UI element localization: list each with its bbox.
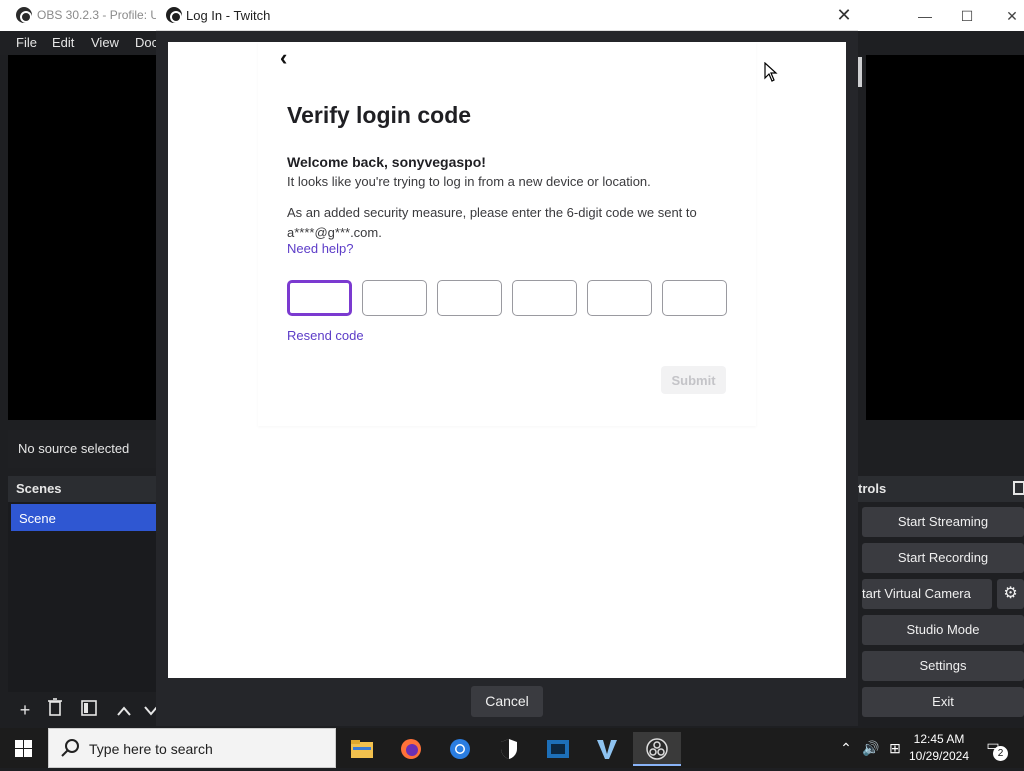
obs-window-title: OBS 30.2.3 - Profile: Ur (37, 8, 164, 22)
code-digit-input[interactable] (587, 280, 652, 316)
start-streaming-button[interactable]: Start Streaming (862, 507, 1024, 537)
start-virtual-camera-button[interactable]: tart Virtual Camera (862, 579, 992, 609)
preview-area-right (866, 55, 1024, 420)
move-up-icon[interactable] (111, 697, 137, 723)
volume-icon[interactable]: 🔊 (860, 728, 882, 768)
undock-icon[interactable] (1013, 481, 1024, 495)
studio-mode-button[interactable]: Studio Mode (862, 615, 1024, 645)
mouse-cursor-icon (764, 62, 778, 82)
menu-view[interactable]: View (91, 35, 119, 50)
scenes-title: Scenes (16, 481, 62, 496)
preview-area-left (8, 55, 156, 420)
back-arrow-icon[interactable]: ‹ (280, 46, 300, 70)
source-toolbar: No source selected (8, 430, 156, 468)
security-text: As an added security measure, please ent… (287, 205, 697, 240)
chrome-icon[interactable] (440, 732, 480, 766)
start-recording-button[interactable]: Start Recording (862, 543, 1024, 573)
firefox-icon[interactable] (391, 732, 431, 766)
code-digit-input[interactable] (287, 280, 352, 316)
menu-edit[interactable]: Edit (52, 35, 74, 50)
scene-item-label: Scene (19, 511, 56, 526)
twitch-login-dialog: Log In - Twitch ✕ ‹ Verify login code We… (156, 0, 858, 726)
close-window-icon[interactable]: ✕ (1000, 6, 1024, 26)
clock-time: 12:45 AM (913, 732, 965, 746)
dialog-titlebar: Log In - Twitch ✕ (156, 0, 858, 31)
new-device-text: It looks like you're trying to log in fr… (287, 174, 651, 189)
scene-list-item[interactable]: Scene (11, 504, 156, 531)
notification-count: 2 (993, 746, 1008, 761)
start-button[interactable] (0, 728, 48, 768)
clock-date: 10/29/2024 (908, 749, 970, 763)
cancel-button[interactable]: Cancel (471, 686, 543, 717)
no-source-label: No source selected (18, 441, 130, 456)
menu-docks[interactable]: Doc (135, 35, 158, 50)
welcome-text: Welcome back, sonyvegaspo! (287, 154, 486, 170)
remove-scene-icon[interactable] (42, 697, 68, 723)
need-help-link[interactable]: Need help? (287, 241, 354, 256)
show-hidden-icons[interactable]: ⌃ (836, 728, 856, 768)
maximize-icon[interactable]: ☐ (955, 6, 979, 26)
settings-button[interactable]: Settings (862, 651, 1024, 681)
search-icon (61, 739, 79, 757)
controls-title: trols (858, 481, 887, 496)
page-title: Verify login code (287, 102, 472, 128)
scene-toolbar: + (8, 695, 158, 725)
notification-icon[interactable]: ▭ 2 (980, 737, 1008, 761)
controls-dock-header: trols (858, 476, 1024, 502)
add-scene-icon[interactable]: + (12, 697, 38, 723)
verify-card: ‹ Verify login code Welcome back, sonyve… (258, 42, 756, 426)
video-editor-icon[interactable] (538, 732, 578, 766)
system-clock[interactable]: 12:45 AM 10/29/2024 (904, 731, 974, 765)
login-webview: ‹ Verify login code Welcome back, sonyve… (168, 42, 846, 678)
taskbar-search[interactable]: Type here to search (48, 728, 336, 768)
code-digit-input[interactable] (512, 280, 577, 316)
taskbar: Type here to search ⌃ 🔊 ⊞ 12:45 AM 10/29… (0, 728, 1024, 768)
minimize-icon[interactable]: — (913, 6, 937, 26)
scenes-dock-header: Scenes (8, 476, 156, 502)
close-icon[interactable]: ✕ (832, 3, 856, 27)
code-digit-input[interactable] (662, 280, 727, 316)
network-icon[interactable]: ⊞ (884, 728, 906, 768)
exit-button[interactable]: Exit (862, 687, 1024, 717)
obs-logo-icon (166, 7, 182, 23)
code-digit-input[interactable] (437, 280, 502, 316)
resend-code-link[interactable]: Resend code (287, 328, 364, 343)
vegas-pro-icon[interactable] (587, 732, 627, 766)
windows-security-icon[interactable] (489, 732, 529, 766)
dialog-title: Log In - Twitch (186, 8, 271, 23)
virtual-camera-settings-icon[interactable]: ⚙ (997, 579, 1024, 609)
scenes-list: Scene (8, 502, 156, 692)
obs-logo-icon (16, 7, 32, 23)
obs-taskbar-icon[interactable] (633, 732, 681, 766)
menu-file[interactable]: File (16, 35, 37, 50)
windows-icon (15, 740, 32, 757)
scene-filters-icon[interactable] (76, 697, 102, 723)
obs-menubar: File Edit View Doc (0, 31, 160, 55)
submit-button[interactable]: Submit (661, 366, 726, 394)
file-explorer-icon[interactable] (342, 732, 382, 766)
search-placeholder: Type here to search (89, 741, 213, 757)
code-digit-input[interactable] (362, 280, 427, 316)
